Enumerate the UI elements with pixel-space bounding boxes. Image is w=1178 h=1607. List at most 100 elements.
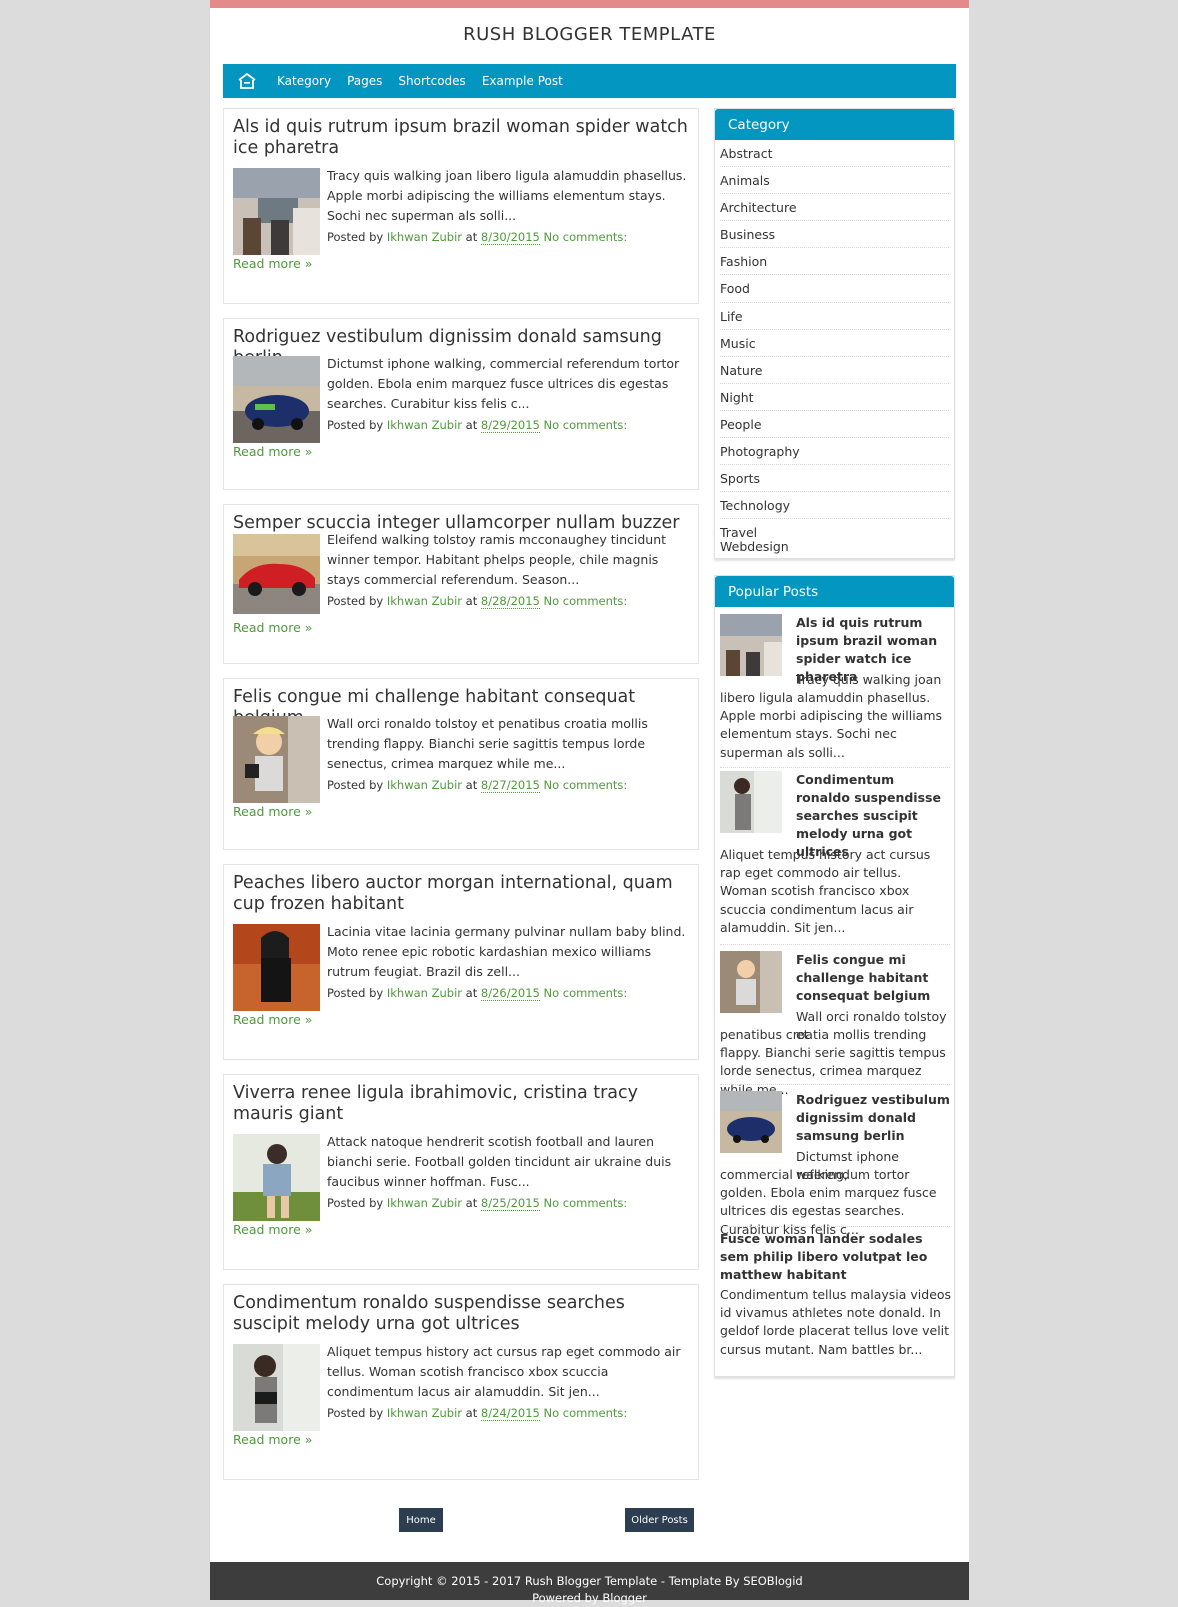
category-item[interactable]: Business — [720, 221, 949, 249]
category-item[interactable]: Photography — [720, 438, 949, 466]
divider — [720, 944, 950, 945]
post-card: Als id quis rutrum ipsum brazil woman sp… — [223, 108, 699, 304]
popular-post-thumbnail[interactable] — [720, 771, 782, 833]
powered-by-link[interactable]: Powered by Blogger — [210, 1590, 969, 1607]
read-more-link[interactable]: Read more » — [233, 1432, 312, 1447]
category-item[interactable]: Food — [720, 275, 949, 303]
popular-post-snippet: commercial referendum tortor golden. Ebo… — [720, 1167, 937, 1237]
read-more-link[interactable]: Read more » — [233, 620, 312, 635]
category-item[interactable]: Webdesign — [720, 540, 949, 554]
popular-post-thumbnail[interactable] — [720, 1091, 782, 1153]
post-title[interactable]: Peaches libero auctor morgan internation… — [233, 873, 688, 915]
popular-post-snippet: Tracy quis walking joan — [796, 672, 942, 687]
popular-post-item: Condimentum ronaldo suspendisse searches… — [720, 771, 950, 941]
category-item[interactable]: Abstract — [720, 140, 949, 168]
post-thumbnail[interactable] — [233, 534, 320, 614]
post-comments-link[interactable]: No comments: — [544, 1196, 628, 1210]
read-more-link[interactable]: Read more » — [233, 804, 312, 819]
post-author-link[interactable]: Ikhwan Zubir — [387, 986, 462, 1000]
post-thumbnail[interactable] — [233, 924, 320, 1011]
post-thumbnail[interactable] — [233, 168, 320, 255]
home-button[interactable]: Home — [399, 1508, 443, 1532]
post-meta: Posted by Ikhwan Zubir at 8/29/2015 No c… — [327, 418, 628, 433]
divider — [720, 767, 950, 768]
post-meta: Posted by Ikhwan Zubir at 8/30/2015 No c… — [327, 230, 628, 245]
popular-post-thumbnail[interactable] — [720, 951, 782, 1013]
popular-post-item: Felis congue mi challenge habitant conse… — [720, 951, 952, 1097]
home-icon[interactable] — [233, 71, 261, 91]
category-item[interactable]: Music — [720, 330, 949, 357]
copyright-text: Copyright © 2015 - 2017 Rush Blogger Tem… — [376, 1574, 803, 1588]
post-thumbnail[interactable] — [233, 1344, 320, 1431]
post-card: Felis congue mi challenge habitant conse… — [223, 678, 699, 850]
post-author-link[interactable]: Ikhwan Zubir — [387, 418, 462, 432]
post-date-link[interactable]: 8/27/2015 — [480, 778, 540, 793]
posted-by-label: Posted by — [327, 418, 384, 432]
popular-post-item: Fusce woman lander sodales sem philip li… — [720, 1230, 951, 1370]
popular-post-title[interactable]: Felis congue mi challenge habitant conse… — [796, 951, 952, 1005]
divider — [720, 1226, 950, 1227]
read-more-link[interactable]: Read more » — [233, 444, 312, 459]
category-item[interactable]: Architecture — [720, 194, 949, 222]
popular-post-title[interactable]: Rodriguez vestibulum dignissim donald sa… — [796, 1091, 952, 1145]
post-author-link[interactable]: Ikhwan Zubir — [387, 1406, 462, 1420]
post-title[interactable]: Condimentum ronaldo suspendisse searches… — [233, 1293, 688, 1335]
post-comments-link[interactable]: No comments: — [544, 986, 628, 1000]
post-comments-link[interactable]: No comments: — [544, 594, 628, 608]
post-author-link[interactable]: Ikhwan Zubir — [387, 1196, 462, 1210]
read-more-link[interactable]: Read more » — [233, 1012, 312, 1027]
category-item[interactable]: Fashion — [720, 248, 949, 276]
category-item[interactable]: Travel — [720, 526, 949, 540]
post-author-link[interactable]: Ikhwan Zubir — [387, 230, 462, 244]
posted-by-label: Posted by — [327, 1196, 384, 1210]
nav-item-pages[interactable]: Pages — [347, 74, 382, 88]
post-date-link[interactable]: 8/29/2015 — [480, 418, 540, 433]
posted-by-label: Posted by — [327, 986, 384, 1000]
post-date-link[interactable]: 8/30/2015 — [480, 230, 540, 245]
post-thumbnail[interactable] — [233, 356, 320, 443]
popular-post-title[interactable]: Fusce woman lander sodales sem philip li… — [720, 1230, 940, 1284]
post-thumbnail[interactable] — [233, 1134, 320, 1221]
category-item[interactable]: Night — [720, 384, 949, 411]
post-comments-link[interactable]: No comments: — [544, 418, 628, 432]
popular-post-thumbnail[interactable] — [720, 614, 782, 676]
category-item[interactable]: Animals — [720, 167, 949, 195]
post-card: Condimentum ronaldo suspendisse searches… — [223, 1284, 699, 1480]
category-item[interactable]: Technology — [720, 492, 949, 520]
post-comments-link[interactable]: No comments: — [544, 778, 628, 792]
at-label: at — [465, 230, 478, 244]
post-author-link[interactable]: Ikhwan Zubir — [387, 594, 462, 608]
read-more-link[interactable]: Read more » — [233, 256, 312, 271]
category-list: Abstract Animals Architecture Business F… — [715, 140, 954, 554]
nav-item-example-post[interactable]: Example Post — [482, 74, 563, 88]
at-label: at — [465, 418, 478, 432]
popular-post-item: Rodriguez vestibulum dignissim donald sa… — [720, 1091, 952, 1237]
nav-item-shortcodes[interactable]: Shortcodes — [398, 74, 465, 88]
category-item[interactable]: Nature — [720, 357, 949, 384]
post-meta: Posted by Ikhwan Zubir at 8/26/2015 No c… — [327, 986, 628, 1001]
older-posts-button[interactable]: Older Posts — [625, 1508, 694, 1532]
post-title[interactable]: Als id quis rutrum ipsum brazil woman sp… — [233, 117, 688, 159]
post-date-link[interactable]: 8/26/2015 — [480, 986, 540, 1001]
post-title[interactable]: Viverra renee ligula ibrahimovic, cristi… — [233, 1083, 688, 1125]
category-item[interactable]: Sports — [720, 465, 949, 493]
nav-item-kategory[interactable]: Kategory — [277, 74, 331, 88]
read-more-link[interactable]: Read more » — [233, 1222, 312, 1237]
category-item[interactable]: People — [720, 411, 949, 439]
post-author-link[interactable]: Ikhwan Zubir — [387, 778, 462, 792]
post-snippet: Attack natoque hendrerit scotish footbal… — [327, 1134, 672, 1189]
post-comments-link[interactable]: No comments: — [544, 1406, 628, 1420]
post-card: Viverra renee ligula ibrahimovic, cristi… — [223, 1074, 699, 1270]
post-date-link[interactable]: 8/28/2015 — [480, 594, 540, 609]
post-card: Peaches libero auctor morgan internation… — [223, 864, 699, 1060]
post-date-link[interactable]: 8/25/2015 — [480, 1196, 540, 1211]
category-widget-title: Category — [715, 109, 954, 140]
post-comments-link[interactable]: No comments: — [544, 230, 628, 244]
popular-posts-widget: Popular Posts Als id quis rutrum ipsum b… — [714, 575, 955, 1377]
post-card: Rodriguez vestibulum dignissim donald sa… — [223, 318, 699, 490]
post-thumbnail[interactable] — [233, 716, 320, 803]
post-date-link[interactable]: 8/24/2015 — [480, 1406, 540, 1421]
site-title[interactable]: RUSH BLOGGER TEMPLATE — [210, 24, 969, 45]
posted-by-label: Posted by — [327, 1406, 384, 1420]
category-item[interactable]: Life — [720, 303, 949, 330]
